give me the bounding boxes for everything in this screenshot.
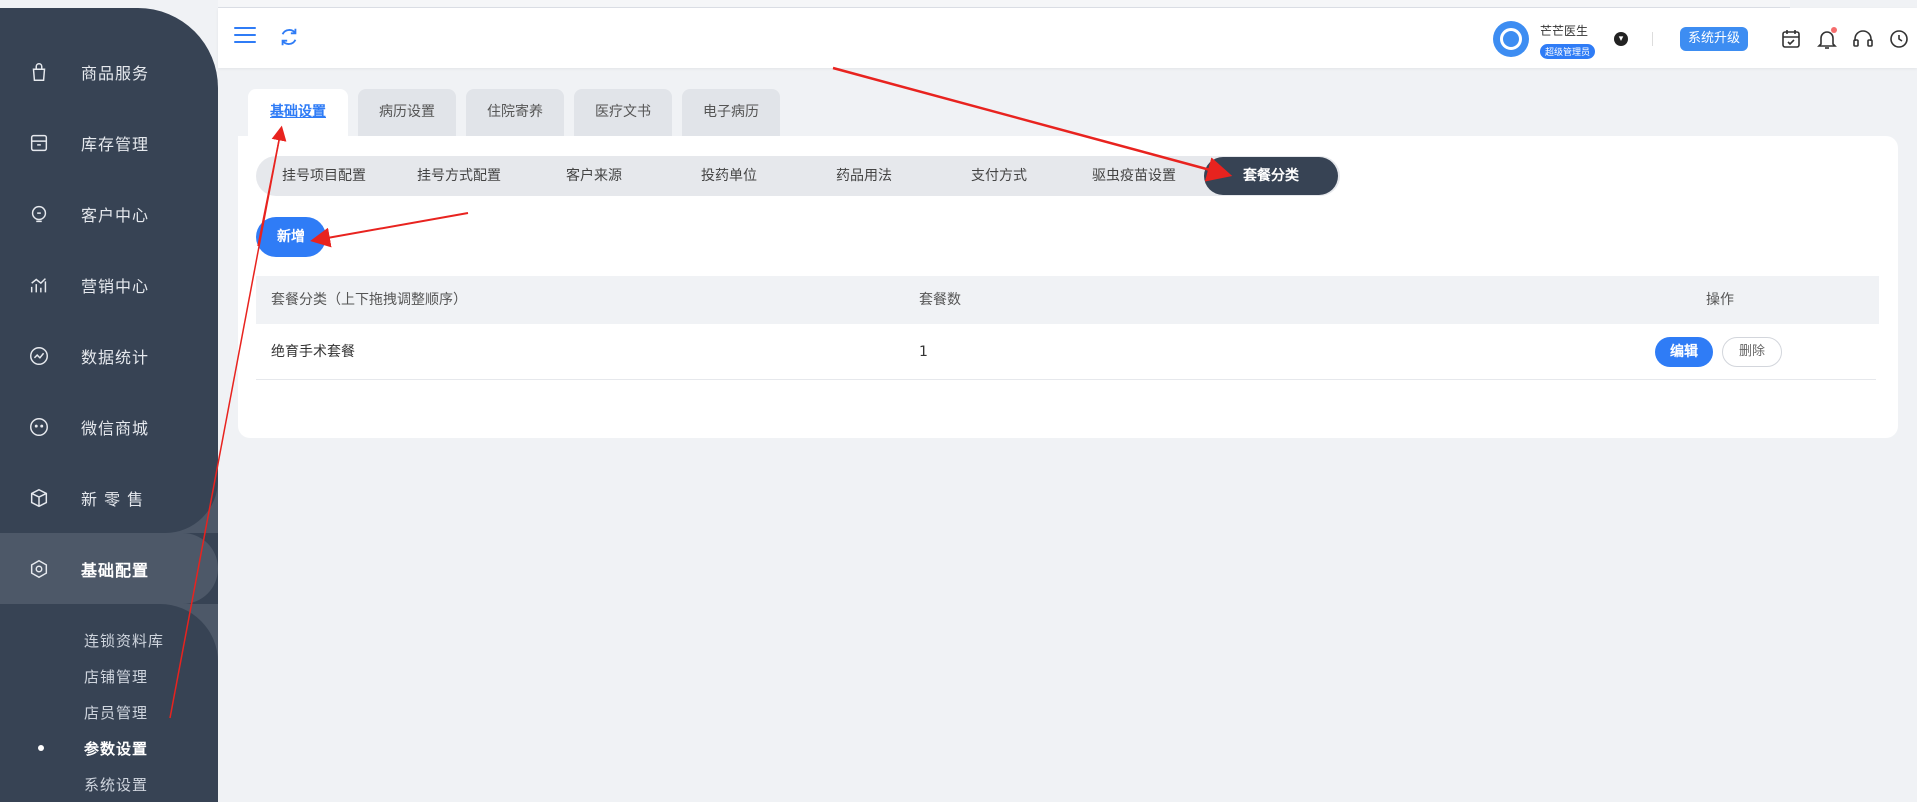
sidebar: 商品服务 库存管理 客户中心 营销中心 数据统计 微信商城 新 零 售 基础配置… (0, 0, 218, 802)
tab-basic-settings[interactable]: 基础设置 (248, 89, 348, 136)
subtab-deworming-vaccine[interactable]: 驱虫疫苗设置 (1078, 156, 1190, 196)
sidebar-item-marketing[interactable]: 营销中心 (0, 249, 218, 320)
sidebar-item-stats[interactable]: 数据统计 (0, 320, 218, 391)
subtab-registration-items[interactable]: 挂号项目配置 (268, 156, 380, 196)
sidebar-item-label: 基础配置 (81, 560, 150, 580)
edit-button[interactable]: 编辑 (1655, 337, 1713, 367)
tab-hospitalization[interactable]: 住院寄养 (466, 89, 564, 136)
sidebar-item-goods[interactable]: 商品服务 (0, 36, 218, 107)
retail-icon (27, 486, 51, 510)
subtab-customer-source[interactable]: 客户来源 (538, 156, 650, 196)
bell-icon[interactable] (1815, 27, 1839, 51)
chevron-down-icon[interactable]: ▾ (1614, 32, 1628, 46)
subtab-dosage-unit[interactable]: 投药单位 (673, 156, 785, 196)
sidebar-item-label: 数据统计 (81, 347, 150, 367)
bag-icon (27, 60, 51, 84)
cell-category-name: 绝育手术套餐 (271, 344, 355, 360)
sidebar-item-inventory[interactable]: 库存管理 (0, 107, 218, 178)
sidebar-item-base-config[interactable]: 基础配置 (0, 533, 218, 604)
cell-package-count: 1 (919, 344, 928, 360)
subtab-registration-methods[interactable]: 挂号方式配置 (403, 156, 515, 196)
refresh-icon[interactable] (278, 26, 300, 48)
stats-icon (27, 344, 51, 368)
system-upgrade-button[interactable]: 系统升级 (1680, 27, 1748, 51)
tab-medical-documents[interactable]: 医疗文书 (574, 89, 672, 136)
sidebar-item-label: 客户中心 (81, 205, 150, 225)
current-indicator-dot (38, 745, 44, 751)
config-icon (27, 557, 51, 581)
headset-icon[interactable] (1851, 27, 1875, 51)
user-name: 芒芒医生 (1540, 24, 1589, 38)
avatar[interactable] (1493, 21, 1529, 57)
sidebar-item-label: 商品服务 (81, 63, 150, 83)
divider (1652, 32, 1653, 46)
sidebar-item-label: 库存管理 (81, 134, 150, 154)
tab-electronic-records[interactable]: 电子病历 (682, 89, 780, 136)
customer-icon (27, 202, 51, 226)
table-header (256, 276, 1879, 324)
notification-dot (1831, 27, 1837, 33)
sidebar-item-label: 微信商城 (81, 418, 150, 438)
column-header-count: 套餐数 (919, 292, 961, 308)
sidebar-subitem-store-management[interactable]: 店铺管理 (84, 666, 148, 687)
sidebar-subitem-system-settings[interactable]: 系统设置 (84, 774, 148, 795)
subtab-package-category[interactable]: 套餐分类 (1204, 157, 1338, 195)
tab-record-settings[interactable]: 病历设置 (358, 89, 456, 136)
marketing-icon (27, 273, 51, 297)
browser-top-strip (130, 0, 1790, 8)
sidebar-subitem-staff-management[interactable]: 店员管理 (84, 702, 148, 723)
inventory-icon (27, 131, 51, 155)
delete-button[interactable]: 删除 (1722, 337, 1782, 367)
clock-icon[interactable] (1887, 27, 1911, 51)
sidebar-item-wechat-mall[interactable]: 微信商城 (0, 391, 218, 462)
subtab-drug-usage[interactable]: 药品用法 (808, 156, 920, 196)
sidebar-item-new-retail[interactable]: 新 零 售 (0, 462, 218, 533)
column-header-category: 套餐分类（上下拖拽调整顺序） (271, 292, 467, 308)
sidebar-item-label: 新 零 售 (81, 489, 145, 509)
sidebar-item-customer[interactable]: 客户中心 (0, 178, 218, 249)
wechat-icon (27, 415, 51, 439)
user-role-badge: 超级管理员 (1540, 44, 1596, 59)
top-bar: 芒芒医生 超级管理员 ▾ 系统升级 (218, 8, 1917, 68)
sidebar-item-label: 营销中心 (81, 276, 150, 296)
sidebar-subitem-chain-library[interactable]: 连锁资料库 (84, 630, 164, 651)
column-header-actions: 操作 (1706, 292, 1734, 308)
calendar-icon[interactable] (1779, 27, 1803, 51)
add-button[interactable]: 新增 (256, 217, 326, 257)
sidebar-subitem-parameter-settings[interactable]: 参数设置 (84, 738, 148, 759)
subtab-payment-methods[interactable]: 支付方式 (943, 156, 1055, 196)
menu-toggle-icon[interactable] (234, 27, 256, 45)
table-row[interactable] (256, 324, 1876, 380)
